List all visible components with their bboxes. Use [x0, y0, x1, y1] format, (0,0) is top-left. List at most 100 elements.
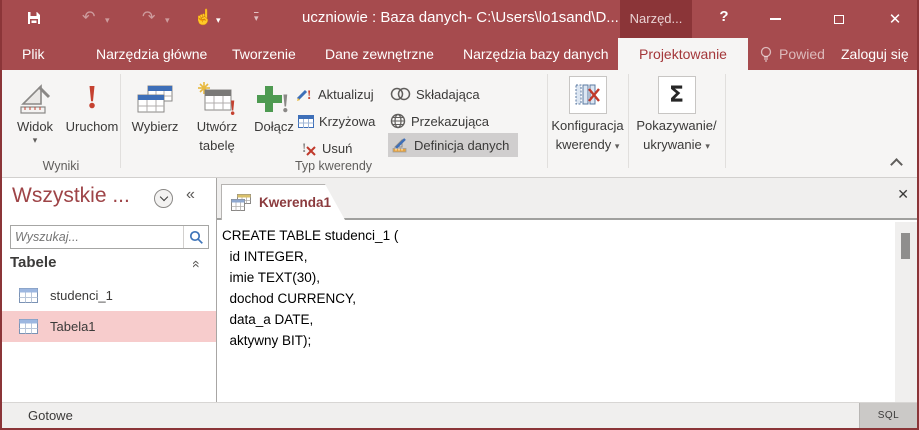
select-query-icon	[137, 85, 173, 113]
sql-view-button[interactable]: SQL	[859, 403, 917, 428]
close-button[interactable]: ✕	[874, 0, 916, 38]
ribbon-tab-bar: Plik Narzędzia główne Tworzenie Dane zew…	[2, 38, 917, 70]
append-icon: !	[257, 86, 290, 116]
run-icon: !	[86, 79, 98, 116]
redo-button[interactable]: ↷	[142, 9, 155, 27]
passthrough-query-label: Przekazująca	[411, 113, 490, 129]
save-button[interactable]	[26, 10, 42, 26]
section-collapse-icon[interactable]: «	[189, 260, 205, 268]
show-hide-label-2: ukrywanie	[643, 137, 702, 152]
delete-query-button[interactable]: ! Usuń	[302, 136, 352, 160]
nav-item-studenci-1[interactable]: studenci_1	[2, 281, 216, 310]
union-query-label: Składająca	[416, 86, 480, 102]
vertical-scrollbar[interactable]	[895, 222, 917, 402]
delete-query-icon: !	[302, 140, 316, 156]
window-title: uczniowie : Baza danych- C:\Users\lo1san…	[302, 9, 619, 26]
status-text: Gotowe	[28, 408, 73, 423]
query-setup-label-2: kwerendy	[555, 137, 612, 152]
sql-editor[interactable]: CREATE TABLE studenci_1 ( id INTEGER, im…	[217, 222, 895, 402]
nav-pane-menu-button[interactable]	[154, 189, 173, 208]
tab-narzedzia-bazy-danych[interactable]: Narzędzia bazy danych	[463, 38, 609, 70]
help-button[interactable]: ?	[712, 8, 736, 25]
search-input[interactable]	[11, 226, 183, 248]
maximize-icon	[834, 14, 844, 24]
make-table-icon: !	[198, 82, 236, 116]
tab-projektowanie[interactable]: Projektowanie	[618, 38, 748, 70]
data-definition-icon	[392, 138, 407, 153]
make-table-button[interactable]: ! Utwórz tabelę	[188, 76, 246, 154]
nav-item-label: studenci_1	[50, 288, 113, 303]
ribbon-collapse-icon[interactable]	[890, 158, 903, 171]
nav-search	[10, 225, 209, 249]
crosstab-query-icon	[298, 114, 314, 128]
qat-menu-icon[interactable]: ▾	[254, 13, 259, 24]
view-button[interactable]: Widok ▾	[6, 76, 64, 146]
group-label-typ-kwerendy: Typ kwerendy	[294, 159, 373, 173]
group-separator	[120, 74, 121, 168]
passthrough-query-button[interactable]: Przekazująca	[390, 109, 489, 133]
maximize-button[interactable]	[818, 0, 860, 38]
query-setup-label-1: Konfiguracja	[551, 118, 624, 133]
tab-tworzenie[interactable]: Tworzenie	[232, 38, 296, 70]
document-tab-label: Kwerenda1	[259, 195, 332, 210]
passthrough-query-icon	[390, 113, 406, 129]
data-definition-button[interactable]: Definicja danych	[388, 133, 519, 157]
view-button-label: Widok	[16, 119, 54, 134]
append-button[interactable]: ! Dołącz	[248, 76, 300, 135]
search-button[interactable]	[183, 226, 208, 248]
minimize-button[interactable]	[754, 0, 796, 38]
close-icon: ✕	[888, 10, 902, 28]
show-hide-button[interactable]: Σ Pokazywanie/ ukrywanie ▾	[628, 76, 725, 154]
undo-button[interactable]: ↶	[82, 9, 95, 27]
design-view-icon	[20, 84, 51, 114]
crosstab-query-button[interactable]: Krzyżowa	[298, 109, 375, 133]
query-setup-icon	[575, 84, 600, 105]
sign-in-button[interactable]: Zaloguj się	[841, 38, 909, 70]
union-query-icon	[390, 87, 411, 101]
update-query-button[interactable]: ! Aktualizuj	[296, 82, 374, 106]
group-separator	[725, 74, 726, 168]
group-label-wyniki: Wyniki	[42, 159, 80, 173]
document-close-button[interactable]: ✕	[897, 187, 909, 201]
shutter-close-icon[interactable]: «	[186, 186, 195, 204]
document-area: Kwerenda1 ✕ CREATE TABLE studenci_1 ( id…	[217, 178, 917, 402]
scrollbar-thumb[interactable]	[901, 233, 910, 259]
make-table-label-2: tabelę	[199, 138, 235, 153]
minimize-icon	[769, 18, 781, 20]
nav-pane-title[interactable]: Wszystkie ...	[12, 184, 130, 208]
document-tab-kwerenda1[interactable]: Kwerenda1	[221, 184, 345, 220]
table-icon	[19, 288, 38, 303]
dropdown-icon: ▾	[32, 135, 38, 145]
nav-section-tables[interactable]: Tabele	[10, 254, 56, 271]
tab-powiedz-mi[interactable]: Powied	[779, 38, 825, 70]
run-button-label: Uruchom	[65, 119, 119, 134]
update-query-label: Aktualizuj	[318, 86, 374, 102]
navigation-pane: Wszystkie ... « Tabele «	[2, 178, 217, 402]
sql-text[interactable]: CREATE TABLE studenci_1 ( id INTEGER, im…	[217, 222, 895, 351]
lightbulb-icon	[760, 46, 772, 62]
touch-mode-dropdown-icon[interactable]: ▾	[216, 15, 221, 26]
ribbon: Widok ▾ ! Uruchom Wyniki Wybierz ! Utwór…	[2, 70, 917, 178]
sigma-icon: Σ	[668, 82, 685, 108]
svg-text:!: !	[307, 87, 311, 102]
run-button[interactable]: ! Uruchom	[64, 76, 120, 135]
select-query-button[interactable]: Wybierz	[122, 76, 188, 135]
query-setup-button[interactable]: Konfiguracja kwerendy ▾	[547, 76, 628, 154]
touch-mode-button[interactable]: ☝	[194, 9, 213, 27]
access-window: ↶ ▾ ↷ ▾ ☝ ▾ ▾ uczniowie : Baza danych- C…	[0, 0, 919, 430]
append-label: Dołącz	[254, 119, 294, 134]
show-hide-label-1: Pokazywanie/	[636, 118, 717, 133]
tab-dane-zewnetrzne[interactable]: Dane zewnętrzne	[325, 38, 434, 70]
union-query-button[interactable]: Składająca	[390, 82, 480, 106]
tab-plik[interactable]: Plik	[22, 38, 45, 70]
contextual-tab-header[interactable]: Narzęd...	[620, 0, 692, 38]
redo-dropdown-icon[interactable]: ▾	[165, 15, 170, 26]
nav-item-tabela1[interactable]: Tabela1	[2, 311, 216, 342]
query-icon	[231, 194, 251, 211]
update-query-icon: !	[296, 87, 311, 102]
tab-narzedzia-glowne[interactable]: Narzędzia główne	[96, 38, 207, 70]
make-table-label-1: Utwórz	[196, 119, 238, 134]
dropdown-icon: ▾	[614, 141, 620, 151]
undo-dropdown-icon[interactable]: ▾	[105, 15, 110, 26]
chevron-down-icon	[159, 192, 168, 202]
